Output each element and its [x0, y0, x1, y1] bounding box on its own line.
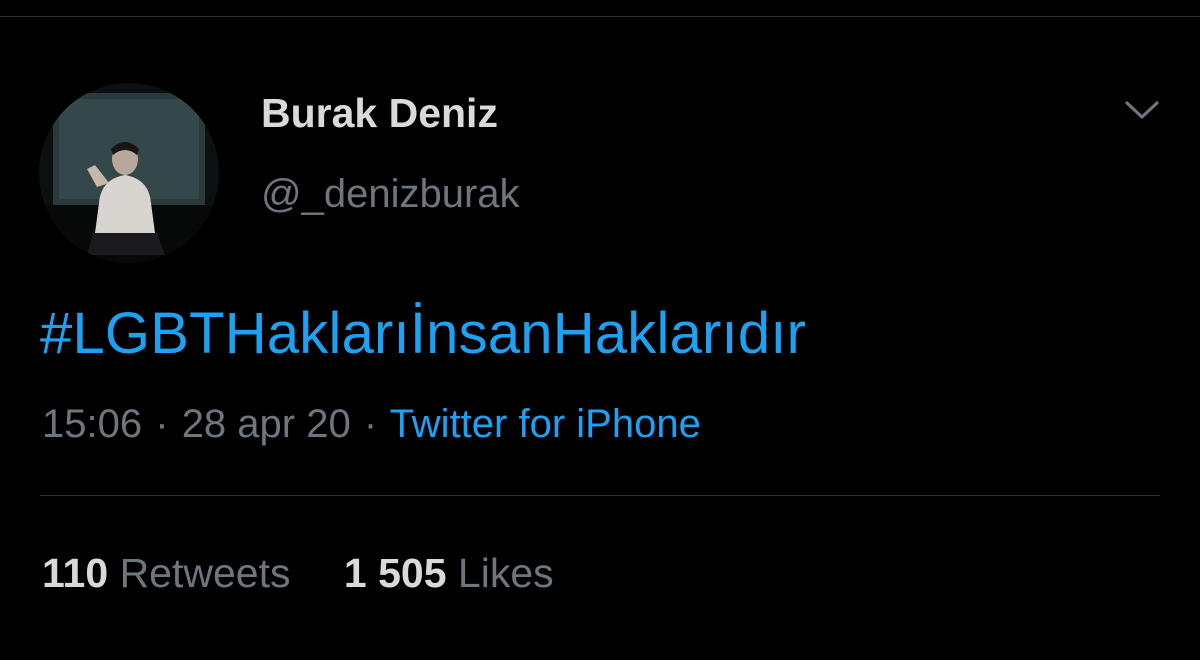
tweet-stats: 110 Retweets 1 505 Likes — [42, 550, 596, 597]
likes-label: Likes — [457, 550, 554, 596]
likes-count: 1 505 — [343, 550, 447, 596]
stats-divider — [40, 495, 1160, 496]
tweet-metadata: 15:06 · 28 apr 20 · Twitter for iPhone — [42, 402, 701, 447]
meta-separator: · — [155, 402, 169, 446]
tweet-date[interactable]: 28 apr 20 — [182, 402, 351, 446]
user-handle[interactable]: @_denizburak — [261, 172, 520, 217]
likes-stat[interactable]: 1 505 Likes — [344, 550, 554, 597]
top-divider — [0, 16, 1200, 17]
meta-separator: · — [363, 402, 378, 446]
avatar-photo — [39, 83, 219, 263]
avatar[interactable] — [39, 83, 219, 263]
display-name[interactable]: Burak Deniz — [261, 90, 498, 137]
chevron-down-icon — [1125, 101, 1159, 119]
more-options-button[interactable] — [1116, 90, 1168, 130]
retweets-count: 110 — [42, 550, 109, 596]
tweet-source-link[interactable]: Twitter for iPhone — [390, 402, 701, 446]
tweet-hashtag[interactable]: #LGBTHaklarıİnsanHaklarıdır — [40, 300, 806, 367]
tweet-time[interactable]: 15:06 — [42, 402, 142, 446]
retweets-label: Retweets — [119, 550, 291, 596]
retweets-stat[interactable]: 110 Retweets — [42, 550, 290, 597]
